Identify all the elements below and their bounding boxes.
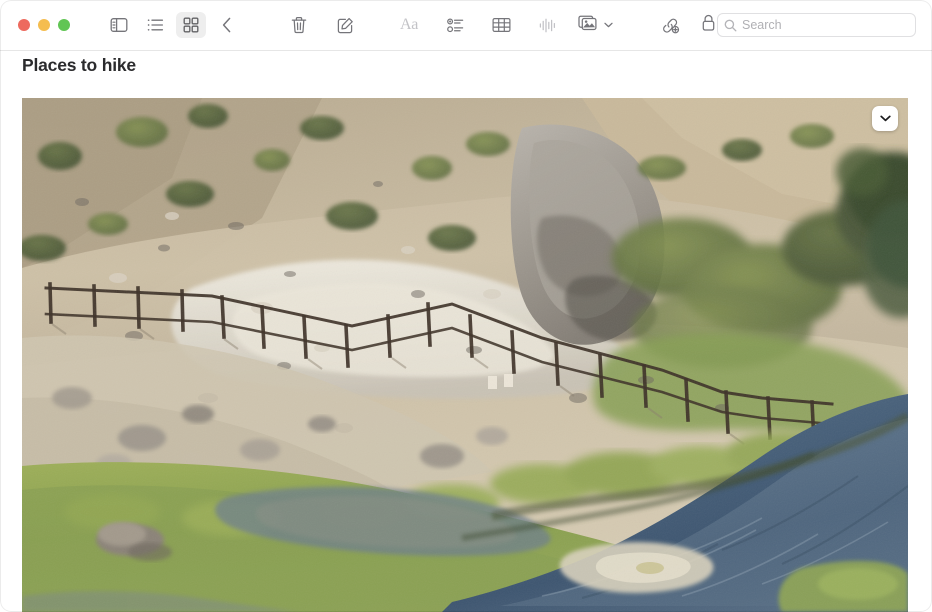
landscape-photo [22,98,908,612]
media-icon [578,14,599,37]
checklist-icon [446,18,464,33]
attachment-expand-button[interactable] [872,106,898,131]
new-note-button[interactable] [330,12,360,38]
chevron-left-icon [221,16,233,34]
notes-window: Aa Search Places to hike [0,0,932,612]
media-button[interactable] [578,12,613,38]
compose-icon [337,17,354,34]
table-button[interactable] [486,12,516,38]
chevron-down-icon [879,115,891,122]
search-field[interactable] [717,13,916,37]
grid-view-icon [183,17,199,33]
note-content-area: Places to hike [0,51,932,612]
add-link-button[interactable] [655,12,685,38]
trash-icon [291,16,307,34]
sidebar-icon [110,17,128,33]
grid-view-button[interactable] [176,12,206,38]
close-button[interactable] [18,19,30,31]
search-input[interactable] [742,18,902,32]
audio-button[interactable] [532,12,562,38]
minimize-button[interactable] [38,19,50,31]
note-title: Places to hike [22,55,136,75]
sidebar-toggle-button[interactable] [104,12,134,38]
format-button[interactable]: Aa [394,12,424,38]
photo-attachment[interactable] [22,98,908,612]
list-view-button[interactable] [140,12,170,38]
traffic-lights [18,19,70,31]
table-icon [492,17,511,33]
lock-icon [701,14,716,37]
aa-icon: Aa [399,16,419,33]
search-icon [724,19,737,32]
list-view-icon [147,18,164,32]
delete-note-button[interactable] [284,12,314,38]
link-add-icon [661,17,680,34]
chevron-down-icon [604,22,613,28]
zoom-button[interactable] [58,19,70,31]
back-button[interactable] [212,12,242,38]
waveform-icon [539,17,556,34]
toolbar: Aa [0,0,932,51]
checklist-button[interactable] [440,12,470,38]
